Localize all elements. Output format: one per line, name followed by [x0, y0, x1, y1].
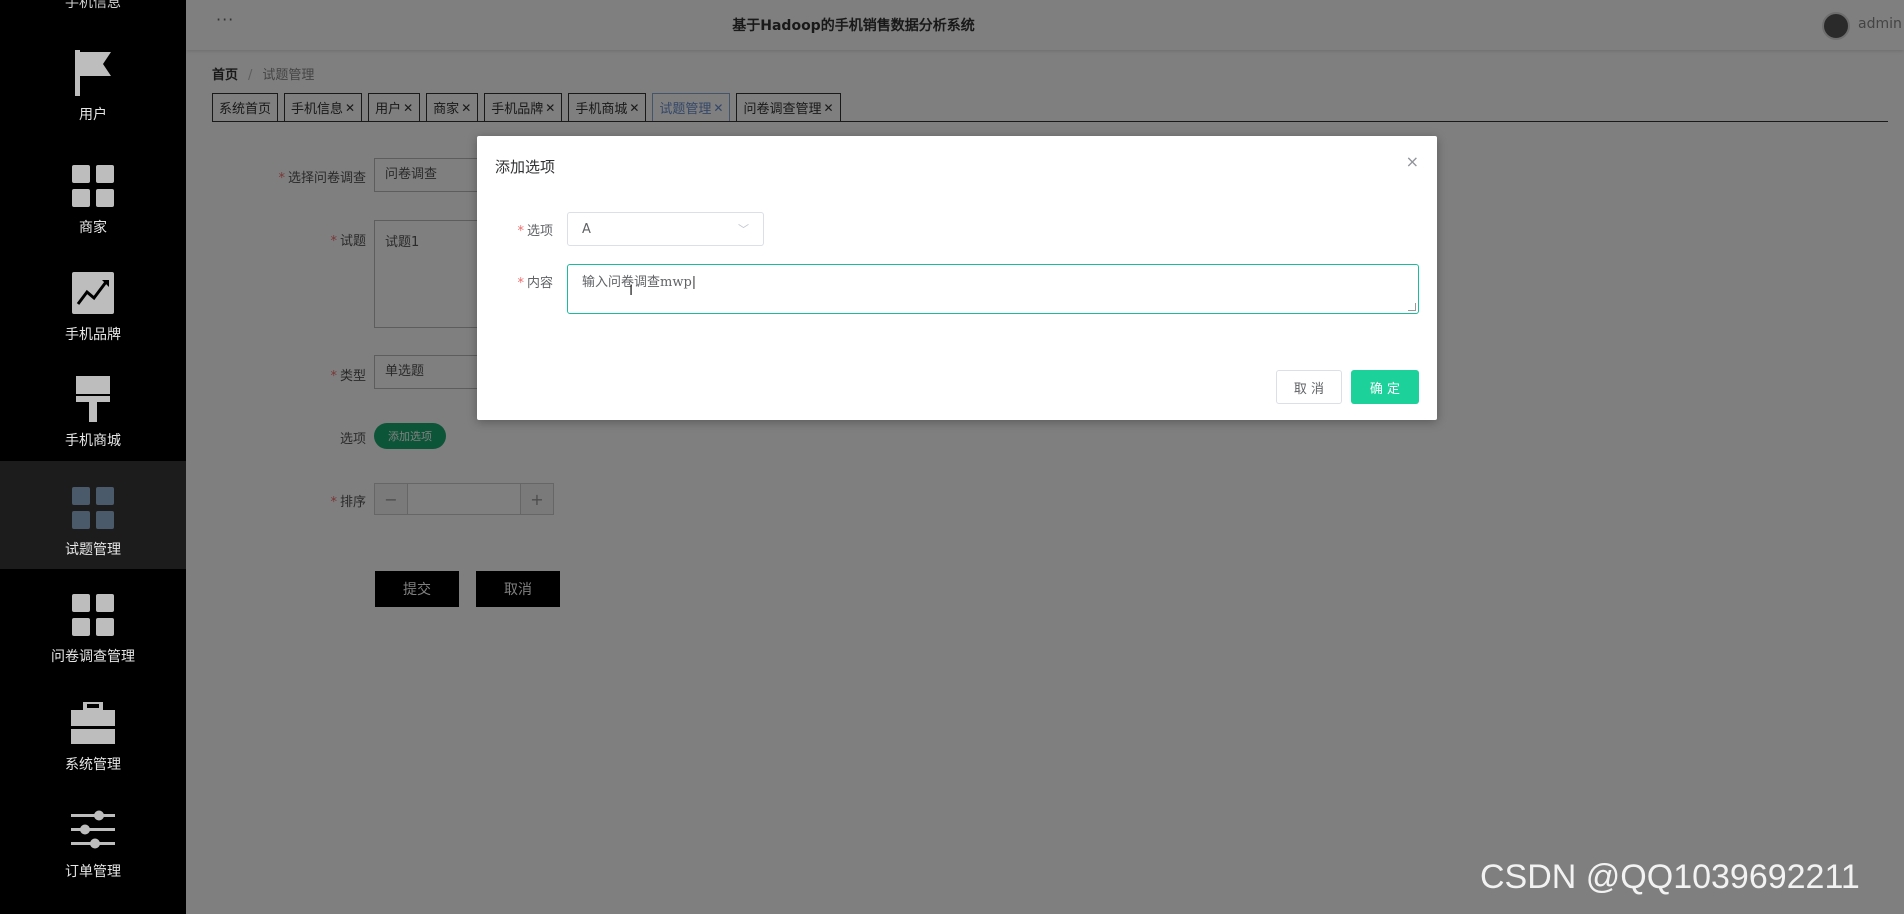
flag-icon	[70, 50, 116, 96]
sidebar-item-survey-management[interactable]: 问卷调查管理	[0, 592, 186, 700]
resize-handle-icon[interactable]	[1408, 303, 1416, 311]
watermark: CSDN @QQ1039692211	[1480, 858, 1860, 896]
chevron-down-icon: ﹀	[738, 223, 749, 236]
dialog-confirm-button[interactable]: 确 定	[1351, 370, 1419, 404]
text-cursor-icon: I	[629, 283, 634, 299]
sidebar-item-label: 商家	[79, 220, 107, 236]
sidebar-item-users[interactable]: 用户	[0, 50, 186, 158]
sidebar-item-label: 试题管理	[65, 542, 121, 558]
grid-icon	[70, 163, 116, 209]
sidebar-item-label: 系统管理	[65, 757, 121, 773]
sidebar-item-merchants[interactable]: 商家	[0, 163, 186, 271]
sidebar-item-label: 订单管理	[65, 864, 121, 880]
sidebar-item-brands[interactable]: 手机品牌	[0, 270, 186, 378]
sidebar-item-label: 问卷调查管理	[51, 649, 135, 665]
briefcase-icon	[70, 700, 116, 746]
sidebar-item-label: 手机品牌	[65, 327, 121, 343]
brush-icon	[70, 376, 116, 422]
content-textarea[interactable]: 输入问卷调查mwp|	[567, 264, 1419, 314]
option-select[interactable]: A ﹀	[567, 212, 764, 246]
grid-icon	[70, 485, 116, 531]
option-label: * 选项	[517, 224, 553, 239]
sidebar-item-order-management[interactable]: 订单管理	[0, 807, 186, 914]
sidebar-item-system-management[interactable]: 系统管理	[0, 700, 186, 808]
option-select-value: A	[582, 221, 591, 237]
sidebar-item-question-management[interactable]: 试题管理	[0, 461, 186, 569]
content-label: * 内容	[517, 276, 553, 291]
dialog-title: 添加选项	[495, 158, 556, 176]
sidebar-partial-label[interactable]: 手机信息	[0, 0, 186, 12]
grid-icon	[70, 592, 116, 638]
add-option-dialog: 添加选项 × * 选项 A ﹀ * 内容 输入问卷调查mwp| I 取 消 确 定	[477, 136, 1437, 420]
sidebar-item-label: 手机商城	[65, 433, 121, 449]
close-icon[interactable]: ×	[1406, 152, 1419, 171]
sidebar-item-label: 用户	[79, 107, 107, 123]
sliders-icon	[70, 807, 116, 853]
dialog-cancel-button[interactable]: 取 消	[1276, 370, 1342, 404]
sidebar: 手机信息 用户 商家 手机品牌 手机商城 试题管理 问卷调查管理 系统管理 订单…	[0, 0, 186, 914]
chart-icon	[70, 270, 116, 316]
